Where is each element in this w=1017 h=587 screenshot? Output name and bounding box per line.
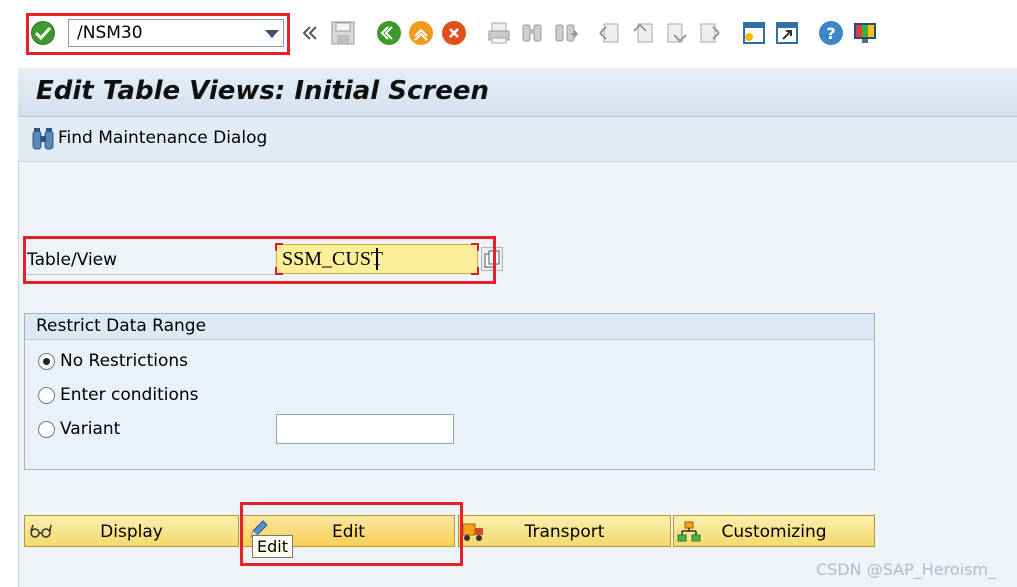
edit-tooltip: Edit: [252, 535, 293, 558]
print-icon[interactable]: [486, 20, 512, 46]
radio-no-restrictions[interactable]: [38, 353, 55, 370]
customize-layout-icon[interactable]: [852, 20, 878, 46]
collapse-icon[interactable]: [300, 20, 326, 46]
svg-text:?: ?: [826, 24, 835, 43]
customizing-button[interactable]: Customizing: [673, 515, 875, 547]
system-toolbar: /NSM30 ?: [0, 0, 1017, 62]
next-page-icon[interactable]: [664, 20, 690, 46]
transport-button-label: Transport: [524, 522, 605, 542]
binoculars-icon[interactable]: [32, 127, 54, 151]
application-toolbar: Find Maintenance Dialog: [18, 117, 1017, 162]
radio-label-variant: Variant: [60, 419, 121, 439]
find-next-icon[interactable]: [552, 20, 579, 46]
back-icon[interactable]: [376, 20, 402, 46]
create-session-icon[interactable]: [741, 20, 767, 46]
first-page-icon[interactable]: [596, 20, 622, 46]
watermark: CSDN @SAP_Heroism_: [816, 560, 997, 579]
transport-button[interactable]: Transport: [458, 515, 671, 547]
group-header: Restrict Data Range: [25, 314, 874, 340]
page-title: Edit Table Views: Initial Screen: [36, 76, 490, 106]
command-highlight-box: [26, 13, 290, 55]
find-maintenance-dialog-button[interactable]: Find Maintenance Dialog: [58, 128, 267, 148]
group-title: Restrict Data Range: [36, 316, 207, 336]
table-view-highlight-box: [23, 236, 496, 284]
display-button-label: Display: [100, 522, 163, 542]
save-icon[interactable]: [330, 20, 356, 46]
cancel-icon[interactable]: [441, 20, 467, 46]
radio-label-enter-conditions: Enter conditions: [60, 385, 199, 405]
radio-label-no-restrictions: No Restrictions: [60, 351, 189, 371]
radio-enter-conditions[interactable]: [38, 387, 55, 404]
generate-shortcut-icon[interactable]: [774, 20, 800, 46]
exit-icon[interactable]: [408, 20, 434, 46]
previous-page-icon[interactable]: [630, 20, 656, 46]
find-icon[interactable]: [519, 20, 545, 46]
radio-selected-dot: [43, 358, 50, 365]
customizing-button-label: Customizing: [721, 522, 827, 542]
radio-variant[interactable]: [38, 421, 55, 438]
variant-input[interactable]: [276, 414, 454, 444]
title-bar: Edit Table Views: Initial Screen: [18, 68, 1017, 117]
help-icon[interactable]: ?: [818, 20, 844, 46]
last-page-icon[interactable]: [697, 20, 723, 46]
display-button[interactable]: Display: [24, 515, 239, 547]
